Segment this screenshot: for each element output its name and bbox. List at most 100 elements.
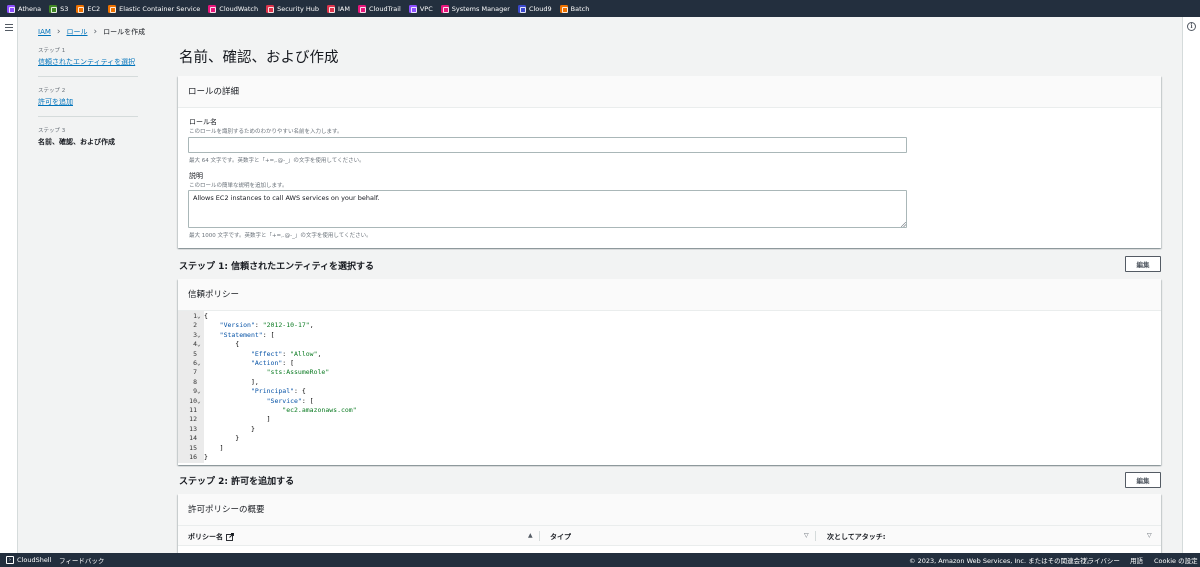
step-1-link[interactable]: 信頼されたエンティティを選択 [38,57,138,67]
role-name-hint: 最大 64 文字です。英数字と「+=,.@-_」の文字を使用してください。 [189,158,365,164]
cloudshell-icon: › [6,556,14,564]
column-label: タイプ [550,533,571,541]
line-number: 5 [193,349,197,358]
favorite-label: CloudWatch [219,4,259,13]
info-icon[interactable]: i [1187,22,1196,31]
feedback-link[interactable]: フィードバック [59,555,104,565]
favorite-label: IAM [338,4,350,13]
tools-rail: i [1182,17,1200,553]
step-2-edit-button[interactable]: 編集 [1125,472,1161,488]
favorite-systems-manager[interactable]: Systems Manager [438,0,515,17]
line-number: 8 [193,377,197,386]
iam-service-icon [327,4,336,13]
favorite-label: Elastic Container Service [119,4,201,13]
favorite-label: EC2 [87,4,101,13]
terms-link[interactable]: 用語 [1130,555,1143,565]
favorite-ec2[interactable]: EC2 [73,0,105,17]
line-number: 10 [189,396,197,405]
step-1-edit-button[interactable]: 編集 [1125,256,1161,272]
favorite-iam[interactable]: IAM [324,0,355,17]
chevron-right-icon: › [93,26,98,37]
code-text: } [204,434,240,443]
favorite-label: CloudTrail [369,4,401,13]
column-attached-as[interactable]: 次としてアタッチ: [827,532,886,542]
line-number: 7 [193,368,197,377]
line-number: 13 [189,424,197,433]
favorite-security-hub[interactable]: Security Hub [263,0,324,17]
step-2-section-title: ステップ 2: 許可を追加する [179,477,295,487]
favorite-label: Security Hub [277,4,320,13]
role-name-label: ロール名 [189,118,217,126]
favorite-cloudwatch[interactable]: CloudWatch [205,0,263,17]
breadcrumb-iam-link[interactable]: IAM [38,28,51,36]
wizard-step-2: ステップ 2 許可を追加 [38,86,138,117]
cloudshell-button[interactable]: › CloudShell [6,556,51,564]
code-text: "Effect": "Allow", [250,349,322,358]
step-2-link[interactable]: 許可を追加 [38,97,138,107]
sort-icon[interactable]: ▽ [1147,532,1152,539]
fold-toggle-icon[interactable]: ⌄ [197,387,203,396]
trust-policy-code-editor[interactable]: 1 ⌄{2 "Version": "2012-10-17", 3 ⌄ "Stateme… [178,311,1161,465]
favorite-vpc[interactable]: VPC [406,0,438,17]
favorite-elastic-container-service[interactable]: Elastic Container Service [105,0,205,17]
column-policy-name[interactable]: ポリシー名 [188,532,234,542]
favorite-s3[interactable]: S3 [46,0,73,17]
code-text: "Principal": { [250,387,306,396]
line-number: 11 [189,406,197,414]
elastic-container-service-service-icon [108,4,117,13]
menu-icon[interactable] [5,24,13,31]
fold-toggle-icon[interactable]: ⌄ [197,397,203,406]
role-details-panel: ロールの詳細 ロール名 このロールを識別するためのわかりやすい名前を入力します。… [178,76,1161,248]
step-number: ステップ 1 [38,48,66,54]
wizard-step-3: ステップ 3 名前、確認、および作成 [38,126,138,156]
chevron-right-icon: › [56,26,61,37]
role-details-header: ロールの詳細 [178,76,1161,108]
ec2-service-icon [76,4,85,13]
role-name-input[interactable] [188,137,907,153]
description-hint: 最大 1000 文字です。英数字と「+=,.@-_」の文字を使用してください。 [189,233,372,239]
line-number: 16 [189,453,197,461]
code-text: ], [204,377,259,386]
favorite-athena[interactable]: Athena [4,0,46,17]
line-number: 3 [193,330,197,339]
s3-service-icon [49,4,58,13]
line-number: 12 [189,415,197,424]
security-hub-service-icon [266,4,275,13]
code-text: ] [204,415,271,424]
column-divider [539,531,540,541]
favorite-label: Athena [18,4,42,13]
sort-icon[interactable]: ▽ [804,532,809,539]
fold-toggle-icon[interactable]: ⌄ [197,359,203,368]
cloudtrail-service-icon [358,4,366,13]
cloudshell-label: CloudShell [17,556,52,564]
copyright-text: © 2023, Amazon Web Services, Inc. またはその関… [909,557,1094,565]
code-text: "Service": [ [266,396,314,405]
column-label: ポリシー名 [188,533,223,541]
favorite-label: Cloud9 [528,4,552,13]
favorite-cloudtrail[interactable]: CloudTrail [355,0,406,17]
line-number: 14 [189,434,197,443]
favorite-label: S3 [60,4,69,13]
fold-toggle-icon[interactable]: ⌄ [197,340,203,349]
step-number: ステップ 3 [38,128,66,134]
resize-grip-icon[interactable] [901,222,906,227]
systems-manager-service-icon [440,4,449,13]
column-type[interactable]: タイプ [550,532,571,542]
description-textarea[interactable]: Allows EC2 instances to call AWS service… [188,190,907,228]
favorite-cloud9[interactable]: Cloud9 [515,0,557,17]
code-text: "sts:AssumeRole" [266,368,330,377]
breadcrumb-roles-link[interactable]: ロール [67,27,88,37]
fold-toggle-icon[interactable]: ⌄ [197,331,203,340]
cookie-preferences-link[interactable]: Cookie の設定 [1154,555,1198,565]
step-1-section-title: ステップ 1: 信頼されたエンティティを選択する [179,262,375,272]
permissions-table-header: ポリシー名 ▲ タイプ ▽ 次としてアタッチ: ▽ [178,526,1161,546]
step-number: ステップ 2 [38,88,66,94]
favorite-batch[interactable]: Batch [557,0,595,17]
sort-ascending-icon[interactable]: ▲ [528,532,533,539]
privacy-link[interactable]: プライバシー [1081,555,1120,565]
line-number: 6 [193,359,197,367]
line-number: 2 [193,321,197,330]
line-number: 9 [193,387,197,396]
fold-toggle-icon[interactable]: ⌄ [197,312,203,321]
code-text: "Statement": [ [219,330,275,339]
